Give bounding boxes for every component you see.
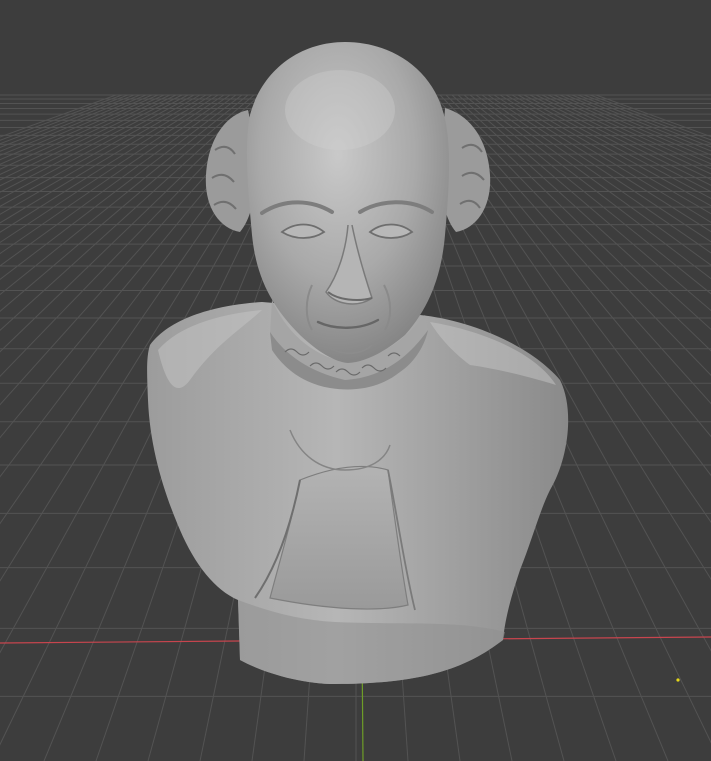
viewport-canvas[interactable] [0, 0, 711, 761]
grid-line-depth [553, 94, 711, 165]
grid-line-depth [0, 94, 153, 161]
grid-line-depth [589, 94, 711, 141]
grid-line-depth [0, 94, 123, 141]
grid-line-depth [547, 94, 711, 170]
grid-line-depth [571, 94, 711, 152]
origin-marker [676, 678, 680, 682]
3d-viewport[interactable] [0, 0, 711, 761]
forehead-highlight [285, 70, 395, 150]
grid-line-depth [559, 94, 711, 160]
grid-line-depth [0, 94, 165, 170]
grid-line-depth [0, 94, 129, 145]
grid-line-depth [0, 94, 159, 165]
sculpted-bust[interactable] [147, 42, 569, 684]
